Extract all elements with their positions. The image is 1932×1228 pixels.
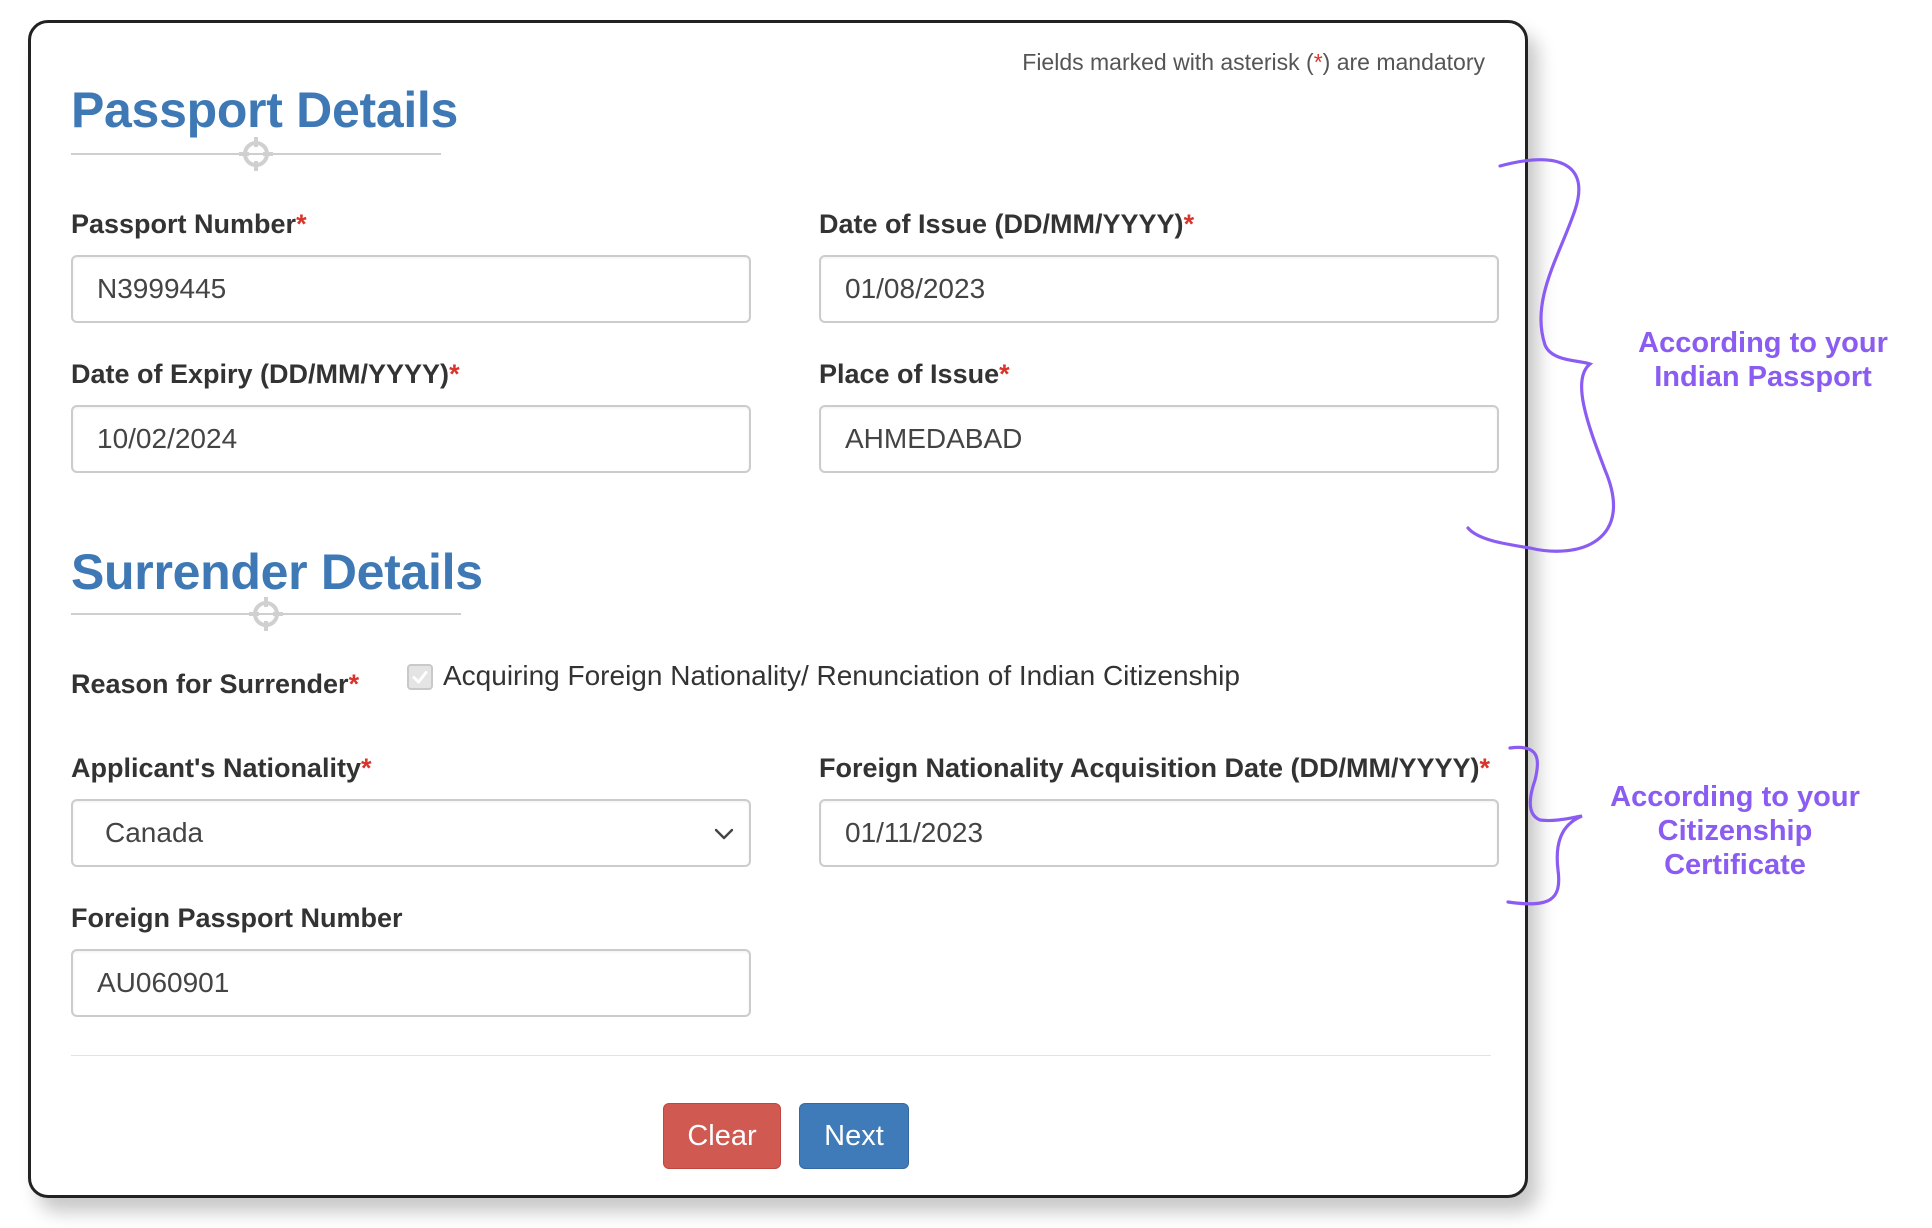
annotation-braces: [1466, 158, 1616, 906]
citizenship-annotation-line: Certificate: [1664, 849, 1806, 881]
passport-annotation: According to your Indian Passport: [1608, 326, 1918, 394]
passport-annotation-line: According to your: [1638, 327, 1888, 359]
passport-annotation-line: Indian Passport: [1654, 361, 1872, 393]
citizenship-annotation: According to your Citizenship Certificat…: [1580, 780, 1890, 882]
passport-brace: [1466, 158, 1616, 553]
citizenship-annotation-line: Citizenship: [1657, 815, 1813, 847]
citizenship-brace: [1506, 745, 1583, 906]
citizenship-annotation-line: According to your: [1610, 781, 1860, 813]
